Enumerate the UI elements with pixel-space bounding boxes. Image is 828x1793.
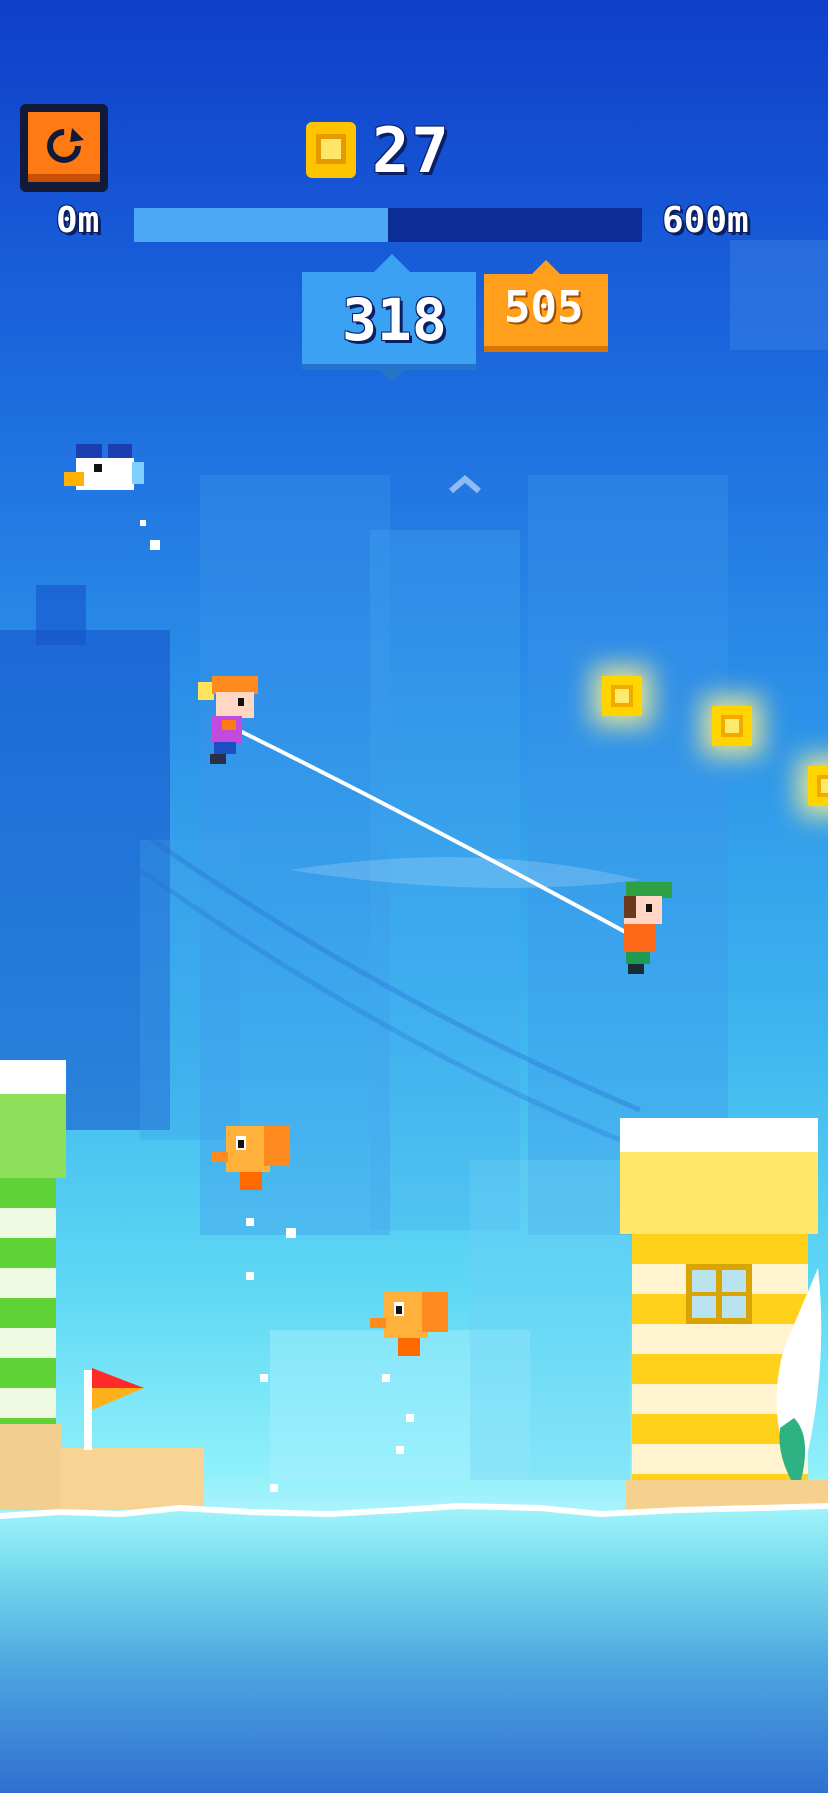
- restart-icon: [28, 112, 100, 182]
- coin-pickup: [602, 676, 642, 716]
- progress-start-label: 0m: [56, 200, 100, 241]
- coin-pickup: [712, 706, 752, 746]
- flag-pole: [84, 1370, 92, 1450]
- restart-button[interactable]: [20, 104, 108, 192]
- game-scene[interactable]: 27 0m 600m 318 505: [0, 0, 828, 1793]
- bird-trail: [246, 1272, 254, 1280]
- bird-trail: [286, 1228, 296, 1238]
- bird-trail: [406, 1414, 414, 1422]
- progress-end-label: 600m: [662, 200, 749, 241]
- best-score: 505: [504, 282, 584, 333]
- bird-trail: [382, 1374, 390, 1382]
- seagull: [64, 444, 144, 500]
- current-score-box: 318: [302, 254, 476, 382]
- orange-bird: [212, 1122, 294, 1196]
- player-girl: [198, 676, 262, 768]
- coin-icon: [306, 122, 356, 178]
- coin-counter: 27: [372, 114, 451, 187]
- current-score: 318: [342, 286, 447, 354]
- seagull-trail: [150, 540, 160, 550]
- distance-progress-fill: [134, 208, 388, 242]
- bird-trail: [396, 1446, 404, 1454]
- player-boy: [620, 882, 676, 978]
- distance-progress-bar: [134, 208, 642, 242]
- sea: [0, 1510, 828, 1793]
- bird-trail: [260, 1374, 268, 1382]
- red-flag-icon: [92, 1368, 144, 1410]
- bird-trail: [246, 1218, 254, 1226]
- bird-trail: [270, 1484, 278, 1492]
- surfboard: [776, 1268, 822, 1492]
- lighthouse-window: [686, 1264, 752, 1324]
- coin-pickup: [808, 766, 828, 806]
- seagull-trail: [140, 520, 146, 526]
- best-score-box: 505: [484, 260, 608, 352]
- orange-bird: [370, 1288, 452, 1362]
- sea-foam: [0, 1502, 828, 1519]
